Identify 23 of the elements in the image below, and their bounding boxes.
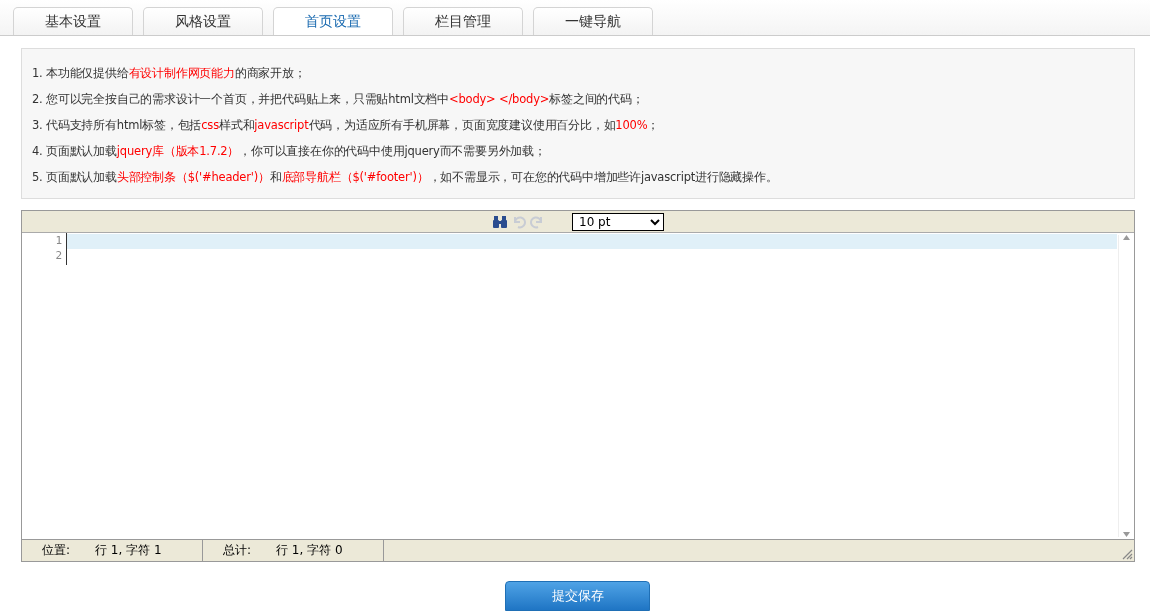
line-number: 2 [54,249,63,264]
tab[interactable]: 首页设置 [273,7,393,35]
submit-save-button[interactable]: 提交保存 [505,581,650,611]
status-label: 位置: [42,542,71,559]
status-value: 行 1, 字符 0 [276,542,343,559]
scroll-down-icon[interactable] [1122,532,1130,537]
status-label: 总计: [223,542,252,559]
font-size-select[interactable]: 10 pt [572,212,664,231]
tab[interactable]: 栏目管理 [403,7,523,35]
note-text: 1. 本功能仅提供给有设计制作网页能力的商家开放； [32,65,307,82]
note-text: 5. 页面默认加载头部控制条（$('#header')）和底部导航栏（$('#footer')），如不需显示，可在您的代码中增加些许javascript进行隐藏操作。 [32,169,779,186]
note-text: 2. 您可以完全按自己的需求设计一个首页，并把代码贴上来，只需贴html文档中<body> </body>标签之间的代码； [32,91,645,108]
line-number: 1 [54,234,63,249]
note-text: 3. 代码支持所有html标签，包括css样式和javascript代码，为适应所有手机屏幕，页面宽度建议使用百分比，如100%； [32,117,661,134]
tab[interactable]: 基本设置 [13,7,133,35]
binoculars-icon[interactable] [492,214,508,229]
tab[interactable]: 风格设置 [143,7,263,35]
note-text: 4. 页面默认加载jquery库（版本1.7.2），你可以直接在你的代码中使用jquery而不需要另外加载； [32,143,547,160]
scrollbar[interactable] [1118,235,1133,537]
resize-grip-icon[interactable] [1122,549,1133,560]
status-value: 行 1, 字符 1 [95,542,162,559]
tab[interactable]: 一键导航 [533,7,653,35]
scroll-up-icon[interactable] [1122,235,1130,240]
